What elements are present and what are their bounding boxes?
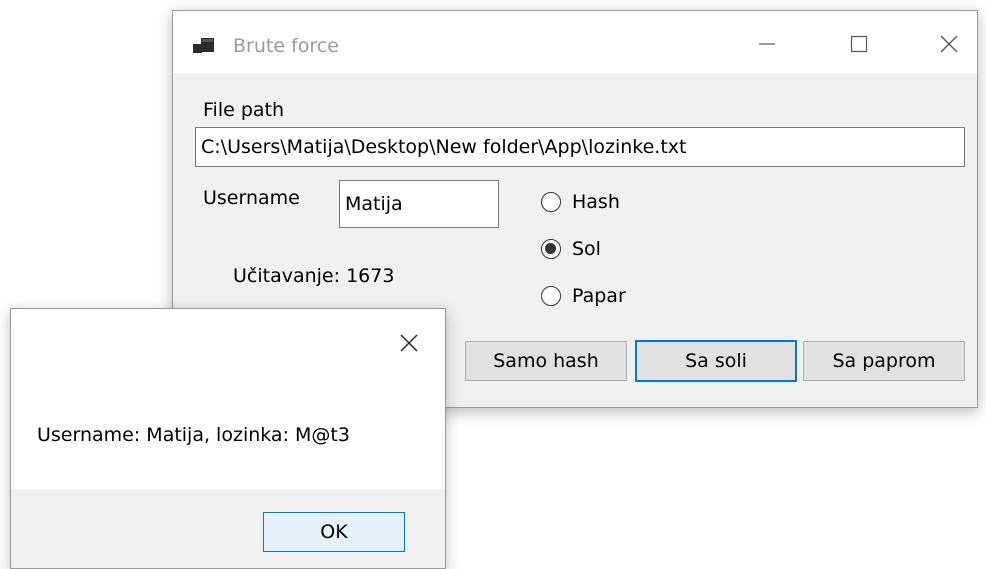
radio-sol-circle (541, 239, 561, 259)
radio-hash-circle (541, 192, 561, 212)
message-text: Username: Matija, lozinka: M@t3 (37, 424, 350, 446)
sa-soli-button[interactable]: Sa soli (635, 340, 797, 382)
username-label: Username (203, 187, 300, 209)
radio-papar-label: Papar (572, 285, 626, 307)
message-area: Username: Matija, lozinka: M@t3 (11, 309, 445, 489)
file-path-input[interactable]: C:\Users\Matija\Desktop\New folder\App\l… (195, 127, 965, 167)
username-input[interactable]: Matija (339, 180, 499, 228)
radio-sol-label: Sol (572, 238, 601, 260)
message-box: Username: Matija, lozinka: M@t3 OK (10, 308, 446, 569)
close-icon[interactable] (927, 27, 971, 61)
sa-paprom-button[interactable]: Sa paprom (803, 341, 965, 381)
radio-sol[interactable]: Sol (541, 235, 601, 263)
close-icon[interactable] (391, 325, 427, 361)
minimize-icon[interactable] (745, 27, 789, 61)
radio-hash[interactable]: Hash (541, 188, 620, 216)
samo-hash-button[interactable]: Samo hash (465, 341, 627, 381)
radio-papar-circle (541, 286, 561, 306)
ok-button[interactable]: OK (263, 512, 405, 552)
app-window-icon (193, 38, 214, 53)
maximize-icon[interactable] (837, 27, 881, 61)
radio-hash-label: Hash (572, 191, 620, 213)
file-path-label: File path (203, 99, 285, 121)
radio-papar[interactable]: Papar (541, 282, 626, 310)
title-bar[interactable]: Brute force (173, 11, 977, 73)
progress-label: Učitavanje: 1673 (233, 265, 395, 287)
window-title: Brute force (233, 35, 339, 57)
